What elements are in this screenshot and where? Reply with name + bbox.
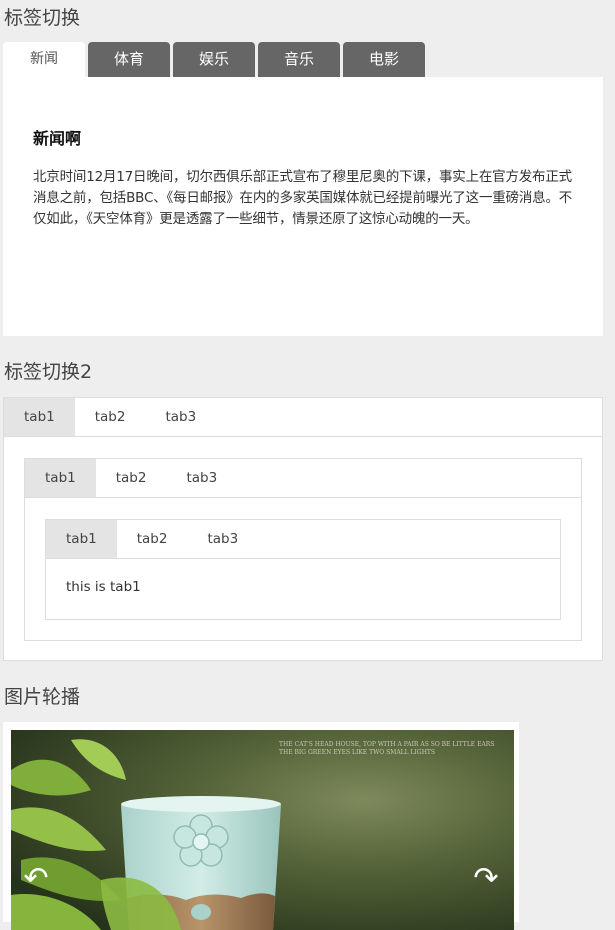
section-title-carousel: 图片轮播 <box>4 686 81 708</box>
tab-bar: 新闻 体育 娱乐 音乐 电影 <box>3 42 428 77</box>
outer-tab-3[interactable]: tab3 <box>145 398 216 436</box>
inner-tab-content: this is tab1 <box>66 579 141 595</box>
panel-body: 北京时间12月17日晚间，切尔西俱乐部正式宣布了穆里尼奥的下课，事实上在官方发布… <box>33 169 573 227</box>
carousel-prev-button[interactable]: ↶ <box>19 862 53 896</box>
panel-heading: 新闻啊 <box>33 129 82 148</box>
tab-news[interactable]: 新闻 <box>3 42 85 77</box>
section-title-tabs: 标签切换 <box>4 7 81 29</box>
carousel: THE CAT'S HEAD HOUSE, TOP WITH A PAIR AS… <box>3 722 519 930</box>
tab-sports[interactable]: 体育 <box>88 42 170 77</box>
outer-tab-2[interactable]: tab2 <box>75 398 146 436</box>
carousel-slide-image: THE CAT'S HEAD HOUSE, TOP WITH A PAIR AS… <box>11 730 514 930</box>
inner-tab-bar: tab1 tab2 tab3 <box>46 520 560 559</box>
slide-caption-line2: THE BIG GREEN EYES LIKE TWO SMALL LIGHTS <box>279 749 435 756</box>
tab-music[interactable]: 音乐 <box>258 42 340 77</box>
slide-illustration: THE CAT'S HEAD HOUSE, TOP WITH A PAIR AS… <box>11 730 514 930</box>
carousel-next-button[interactable]: ↷ <box>469 862 503 896</box>
tab-movies[interactable]: 电影 <box>343 42 425 77</box>
tab-panel-news: 新闻啊 北京时间12月17日晚间，切尔西俱乐部正式宣布了穆里尼奥的下课，事实上在… <box>3 77 603 336</box>
middle-tab-3[interactable]: tab3 <box>166 459 237 497</box>
inner-tab-1[interactable]: tab1 <box>46 520 117 558</box>
curved-arrow-right-icon: ↷ <box>473 861 499 896</box>
middle-tab-1[interactable]: tab1 <box>25 459 96 497</box>
slide-caption-line1: THE CAT'S HEAD HOUSE, TOP WITH A PAIR AS… <box>279 741 494 748</box>
inner-tab-container: tab1 tab2 tab3 this is tab1 <box>45 519 561 620</box>
middle-tab-bar: tab1 tab2 tab3 <box>25 459 581 498</box>
middle-tab-2[interactable]: tab2 <box>96 459 167 497</box>
outer-tab-1[interactable]: tab1 <box>4 398 75 436</box>
outer-tab-bar: tab1 tab2 tab3 <box>4 398 602 437</box>
tab-entertainment[interactable]: 娱乐 <box>173 42 255 77</box>
inner-tab-2[interactable]: tab2 <box>117 520 188 558</box>
curved-arrow-left-icon: ↶ <box>23 861 49 896</box>
section-title-tabs2: 标签切换2 <box>4 361 93 383</box>
inner-tab-3[interactable]: tab3 <box>187 520 258 558</box>
